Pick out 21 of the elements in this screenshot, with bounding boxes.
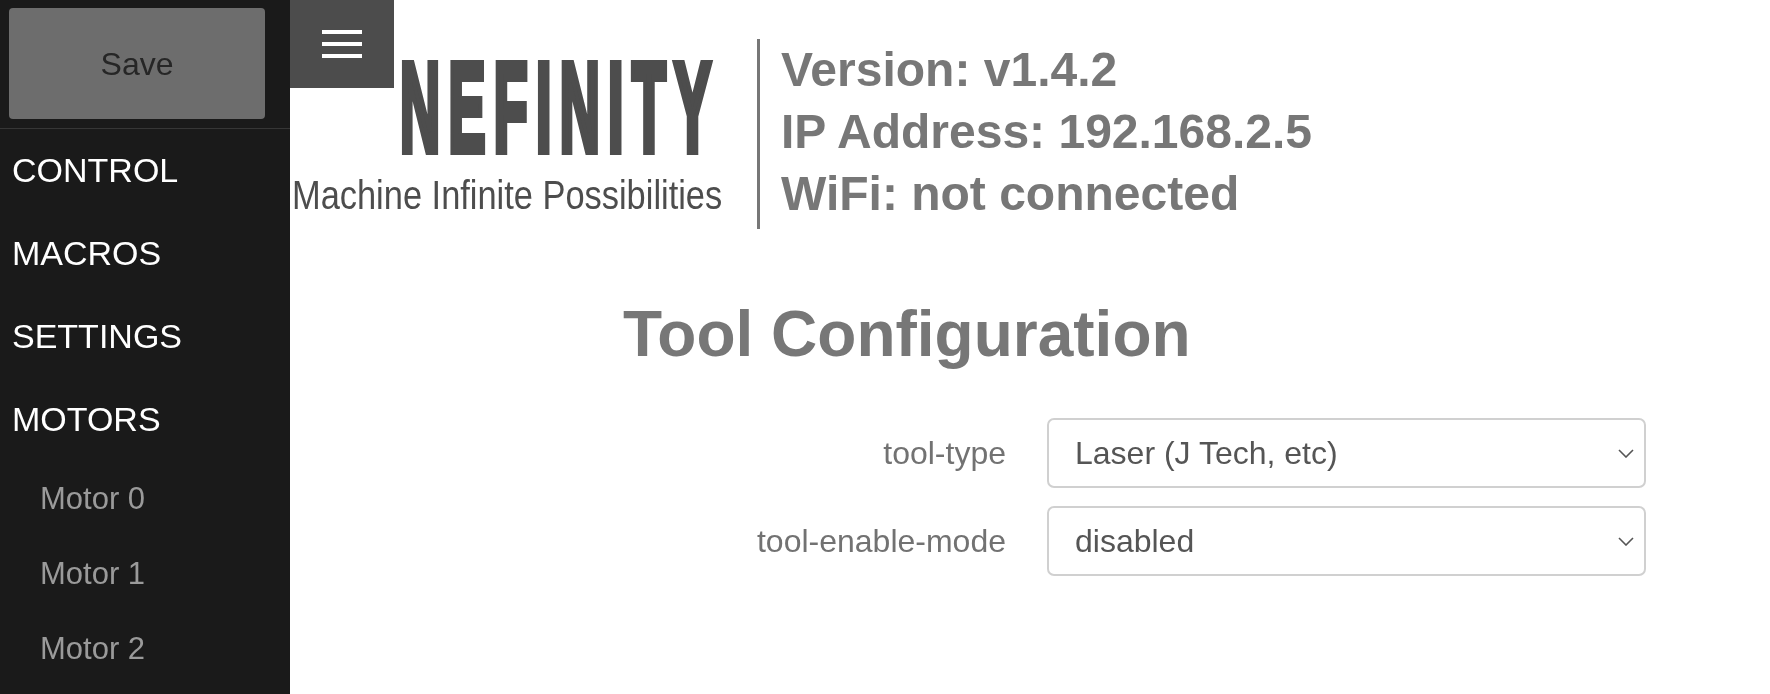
nav-link[interactable]: MACROS [12,212,162,295]
nav-link[interactable]: MOTORS [12,378,161,461]
nav-link[interactable]: CONTROL [12,129,179,212]
field-label: tool-type [883,434,1006,472]
device-info-text: IP Address: 192.168.2.5 [781,104,1312,160]
device-info-text: Version: v1.4.2 [781,42,1118,98]
chevron-down-icon [1618,536,1634,546]
logo-wordmark: NEFINITY [400,45,720,171]
logo-tagline: Machine Infinite Possibilities [292,175,723,215]
nav-sublink[interactable]: Motor 1 [40,536,146,611]
nav-sublink[interactable]: Motor 2 [40,611,146,686]
field-label: tool-enable-mode [756,522,1006,560]
chevron-down-icon [1618,448,1634,458]
select-dropdown[interactable]: Laser (J Tech, etc) [1047,418,1646,488]
page-title: Tool Configuration [623,297,1191,371]
device-info-text: WiFi: not connected [781,166,1240,222]
menu-button[interactable] [290,0,394,88]
menu-icon [322,30,362,58]
select-dropdown[interactable]: disabled [1047,506,1646,576]
nav-sublink[interactable]: Motor 0 [40,461,146,536]
nav-link[interactable]: SETTINGS [12,295,183,378]
